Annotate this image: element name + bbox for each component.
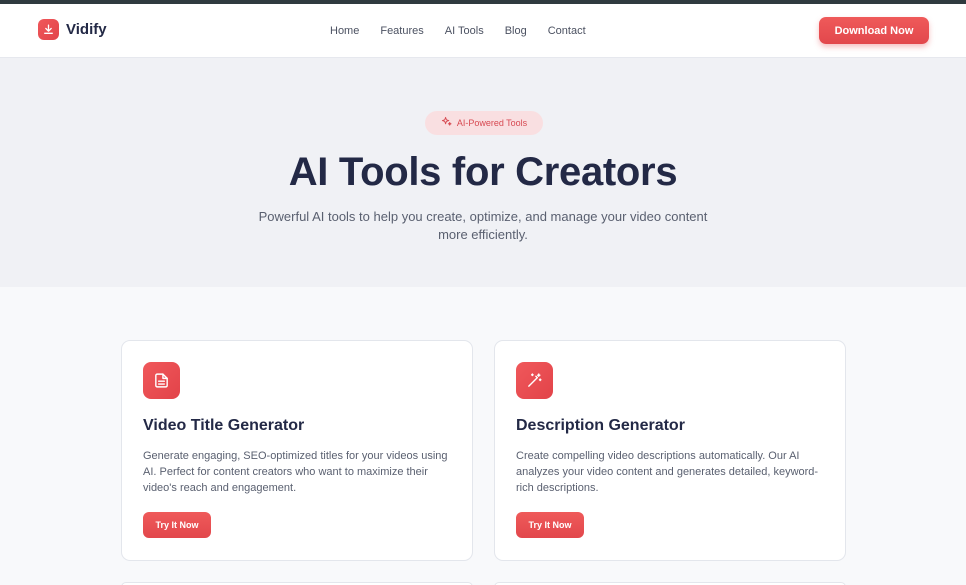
page-title: AI Tools for Creators	[288, 150, 678, 194]
download-icon	[38, 19, 59, 40]
nav-link-contact[interactable]: Contact	[548, 25, 586, 37]
card-description: Create compelling video descriptions aut…	[516, 450, 819, 494]
nav-link-home[interactable]: Home	[330, 25, 359, 37]
badge-label: AI-Powered Tools	[456, 118, 528, 128]
nav-link-ai-tools[interactable]: AI Tools	[445, 25, 484, 37]
document-icon	[143, 362, 180, 399]
tool-card-description-generator: Description Generator Create compelling …	[494, 340, 846, 561]
try-it-now-button[interactable]: Try It Now	[516, 512, 584, 538]
hero-subtitle: Powerful AI tools to help you create, op…	[258, 209, 708, 242]
brand-name: Vidify	[66, 21, 107, 38]
tool-card-video-title-generator: Video Title Generator Generate engaging,…	[121, 340, 473, 561]
card-description: Generate engaging, SEO-optimized titles …	[143, 450, 448, 494]
card-title: Video Title Generator	[143, 417, 305, 434]
ai-powered-badge: AI-Powered Tools	[425, 111, 543, 135]
sparkles-icon	[441, 114, 452, 132]
main-nav: Home Features AI Tools Blog Contact	[330, 4, 607, 58]
nav-link-blog[interactable]: Blog	[505, 25, 527, 37]
brand[interactable]: Vidify	[38, 19, 107, 40]
try-it-now-button[interactable]: Try It Now	[143, 512, 211, 538]
hero-section: AI-Powered Tools AI Tools for Creators P…	[0, 58, 966, 287]
nav-link-features[interactable]: Features	[380, 25, 423, 37]
download-now-button[interactable]: Download Now	[819, 17, 929, 44]
magic-wand-icon	[516, 362, 553, 399]
site-header: Vidify Home Features AI Tools Blog Conta…	[0, 4, 966, 58]
card-title: Description Generator	[516, 417, 685, 434]
